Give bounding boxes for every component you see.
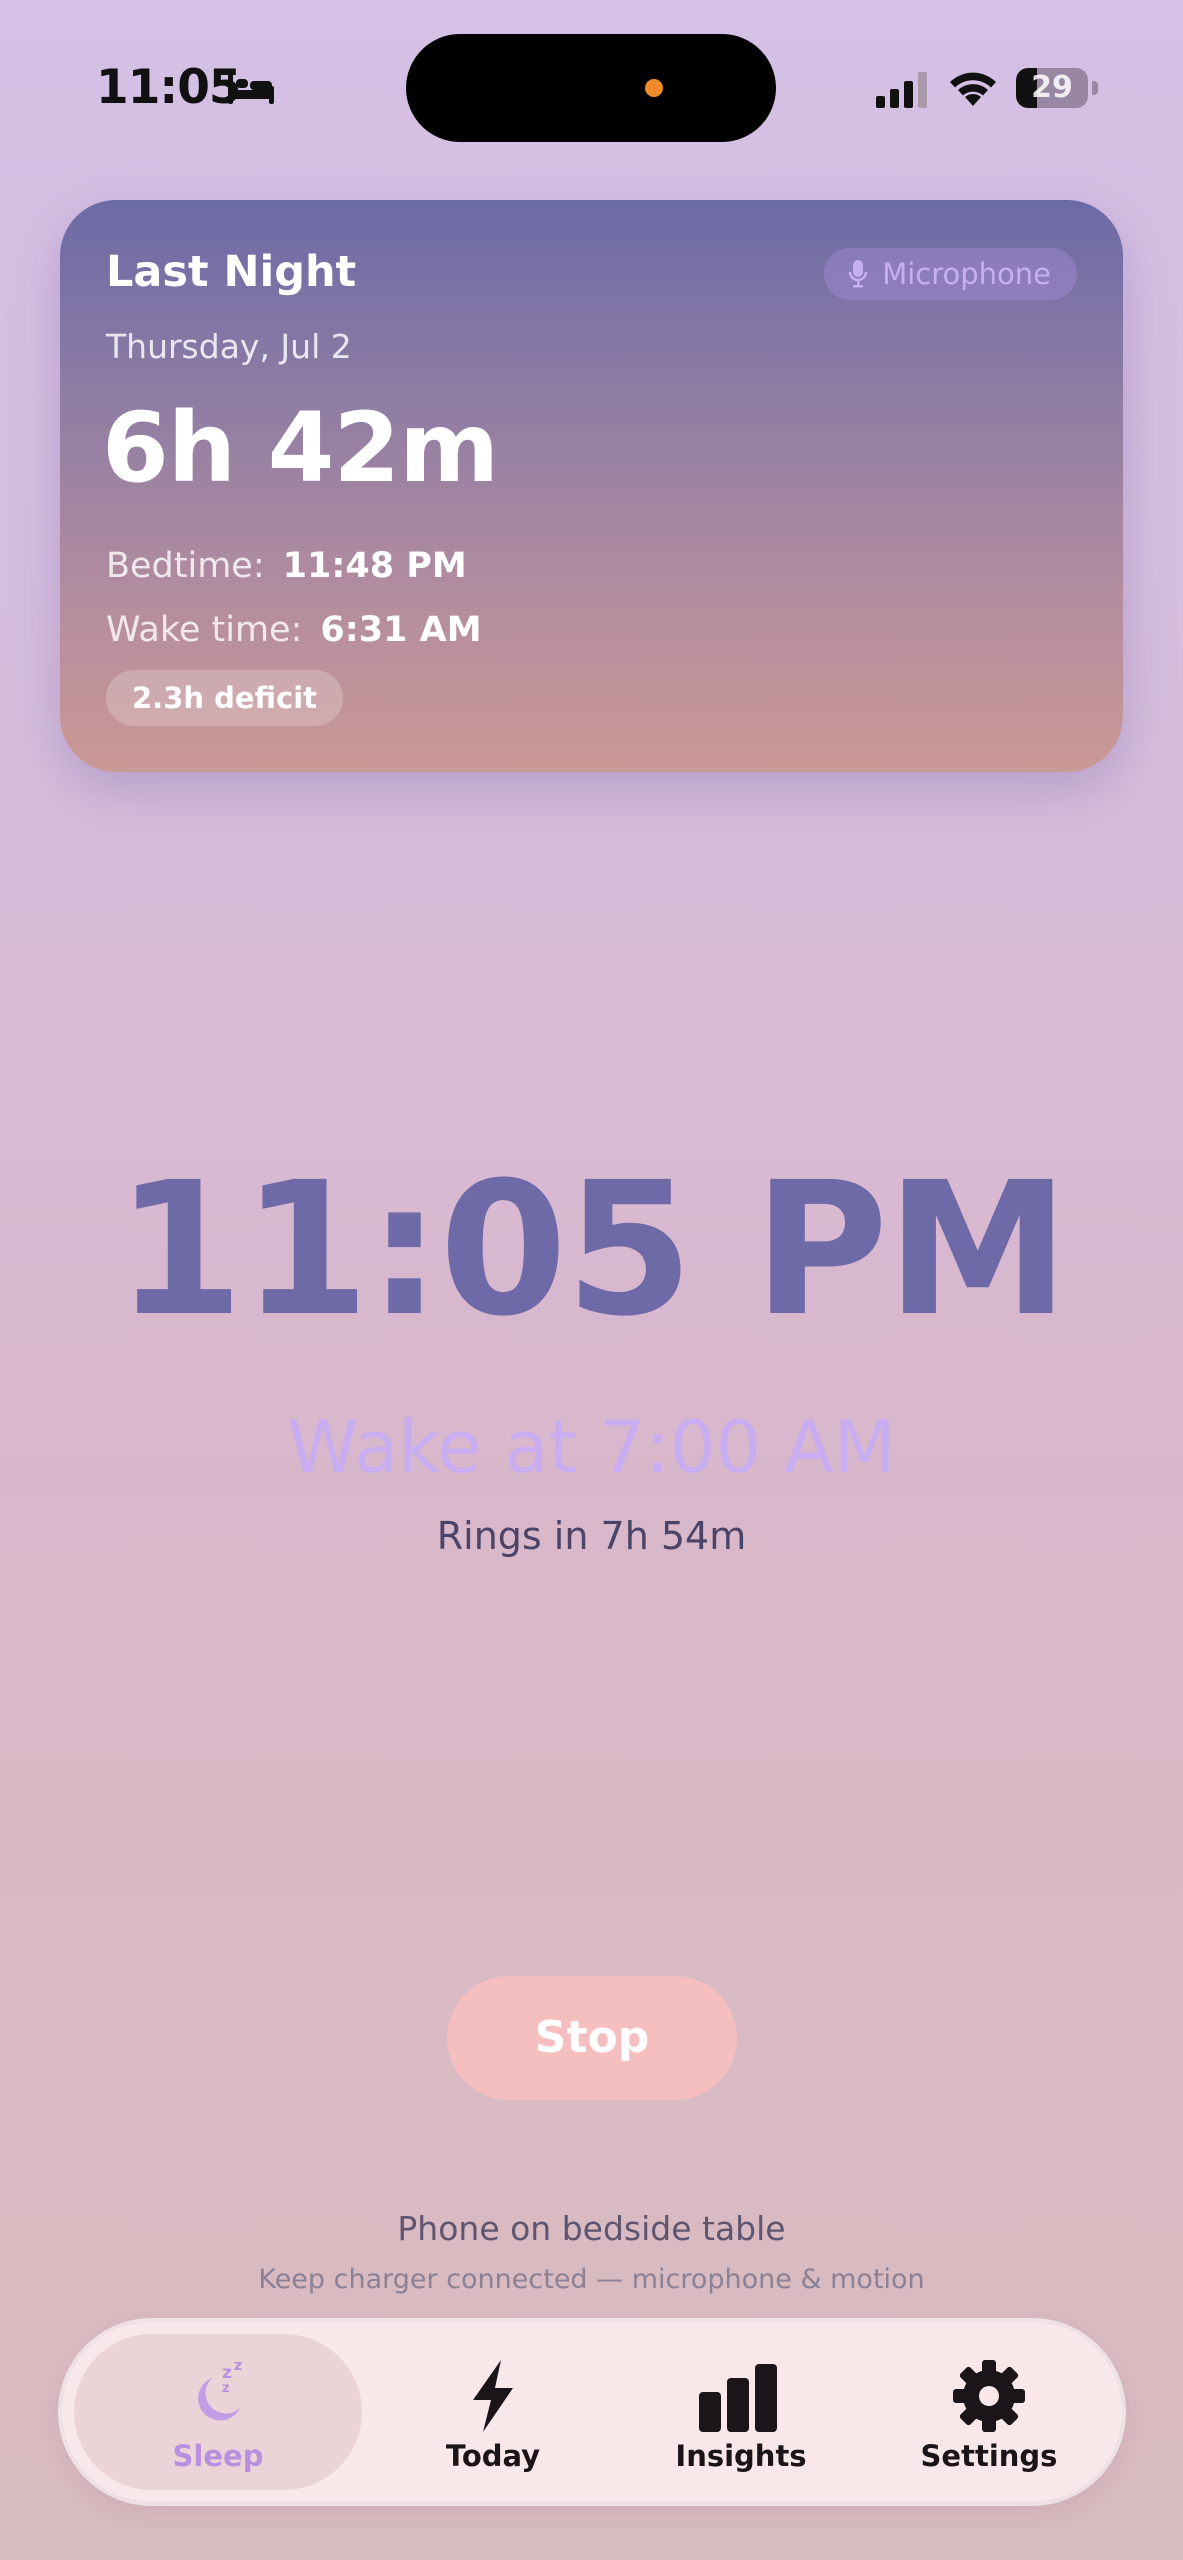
bed-icon [228,74,274,104]
bedtime-label: Bedtime: [106,546,265,586]
wifi-icon [950,72,996,106]
battery-cap [1092,81,1098,95]
lightning-bolt-icon [473,2360,513,2432]
privacy-indicator-dot [645,79,663,97]
gear-icon [953,2360,1025,2432]
last-night-card[interactable]: Last Night Microphone Thursday, Jul 2 6h… [60,200,1123,772]
card-date: Thursday, Jul 2 [106,327,352,366]
battery-icon: 29 [1016,68,1098,108]
tab-insights[interactable]: Insights [610,2334,872,2490]
tab-label-sleep: Sleep [172,2439,264,2473]
stop-button[interactable]: Stop [447,1976,737,2100]
bedtime-value: 11:48 PM [282,546,467,586]
microphone-icon [848,260,868,288]
bar-chart-icon [699,2364,777,2432]
tab-sleep[interactable]: z z z Sleep [74,2334,362,2490]
tab-label-today: Today [445,2439,541,2473]
svg-text:z: z [234,2358,242,2374]
tab-label-insights: Insights [675,2439,807,2473]
signal-icon [876,72,927,108]
battery-level: 29 [1031,70,1073,105]
tab-bar: z z z Sleep Today Insights Settings [62,2322,1122,2502]
svg-text:z: z [222,2381,230,2396]
wake-time-label: Wake time: [106,610,303,650]
microphone-source-badge: Microphone [824,248,1077,300]
sleep-duration: 6h 42m [102,392,499,504]
status-time: 11:05 [96,60,242,115]
card-title: Last Night [106,247,357,297]
tab-today[interactable]: Today [362,2334,624,2490]
placement-hint-title: Phone on bedside table [397,2209,786,2248]
placement-hint-subtitle: Keep charger connected — microphone & mo… [258,2264,925,2295]
tab-label-settings: Settings [920,2439,1058,2473]
sleep-deficit-badge: 2.3h deficit [106,670,344,726]
alarm-countdown: Rings in 7h 54m [436,1514,747,1558]
bedtime-row: Bedtime: 11:48 PM [106,544,467,588]
wake-time-value: 6:31 AM [320,610,482,650]
dynamic-island [406,34,776,142]
wake-alarm-time[interactable]: Wake at 7:00 AM [0,1404,1183,1490]
svg-text:z: z [222,2363,232,2383]
current-time-display: 11:05 PM [115,1143,1070,1357]
moon-zzz-icon: z z z [198,2358,242,2421]
source-label: Microphone [882,257,1051,291]
wake-time-row: Wake time: 6:31 AM [106,608,482,652]
tab-settings[interactable]: Settings [858,2334,1120,2490]
